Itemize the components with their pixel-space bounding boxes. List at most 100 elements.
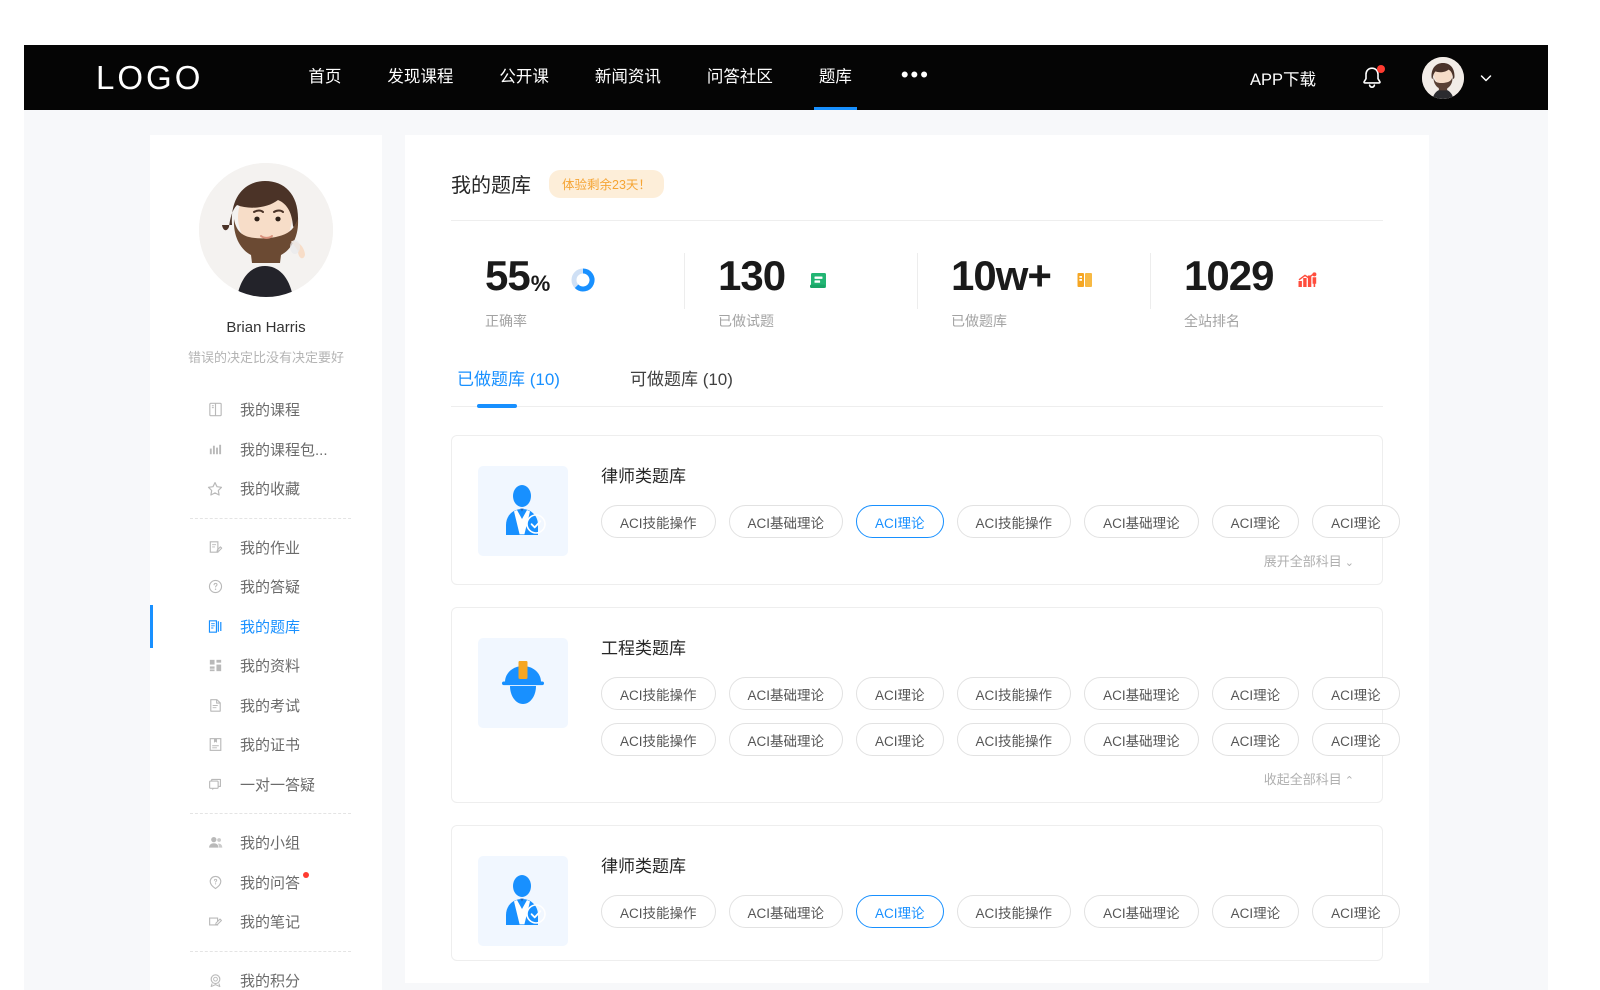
tab-available-banks[interactable]: 可做题库 (10) xyxy=(624,365,739,406)
subject-tag[interactable]: ACI基础理论 xyxy=(1084,677,1199,710)
subject-tag[interactable]: ACI理论 xyxy=(1212,505,1300,538)
sidebar-item-my-question-bank[interactable]: 我的题库 xyxy=(150,607,382,647)
bank-tag-row: ACI技能操作 ACI基础理论 ACI理论 ACI技能操作 ACI基础理论 AC… xyxy=(601,895,1356,928)
subject-tag[interactable]: ACI技能操作 xyxy=(601,677,716,710)
sidebar-item-label: 我的收藏 xyxy=(240,478,300,499)
sidebar-item-my-exams[interactable]: 我的考试 xyxy=(150,686,382,726)
sidebar-item-label: 我的题库 xyxy=(240,616,300,637)
star-icon xyxy=(206,480,224,498)
subject-tag[interactable]: ACI理论 xyxy=(1312,505,1400,538)
subject-tag[interactable]: ACI基础理论 xyxy=(1084,895,1199,928)
subject-tag[interactable]: ACI理论 xyxy=(1212,895,1300,928)
subject-tag[interactable]: ACI基础理论 xyxy=(729,505,844,538)
sidebar-divider xyxy=(190,951,351,952)
subject-tag[interactable]: ACI理论 xyxy=(1212,677,1300,710)
sidebar-item-my-points[interactable]: 我的积分 xyxy=(150,961,382,990)
stat-site-rank: 1029 全站排 xyxy=(1150,247,1383,331)
sidebar-item-my-favorites[interactable]: 我的收藏 xyxy=(150,469,382,509)
subject-tag[interactable]: ACI基础理论 xyxy=(729,723,844,756)
bank-card[interactable]: 律师类题库 ACI技能操作 ACI基础理论 ACI理论 ACI技能操作 ACI基… xyxy=(451,435,1383,585)
lawyer-avatar-icon xyxy=(478,856,568,946)
sidebar-item-my-homework[interactable]: 我的作业 xyxy=(150,528,382,568)
page-title: 我的题库 xyxy=(451,169,531,198)
stat-label: 全站排名 xyxy=(1184,311,1383,331)
subject-tag-selected[interactable]: ACI理论 xyxy=(856,895,944,928)
subject-tag[interactable]: ACI技能操作 xyxy=(957,677,1072,710)
collapse-all-subjects-button[interactable]: 收起全部科目⌃ xyxy=(601,769,1356,788)
stat-value: 1029 xyxy=(1184,255,1273,297)
stat-label: 已做试题 xyxy=(718,311,917,331)
bank-card-title: 工程类题库 xyxy=(601,634,1356,659)
page-title-row: 我的题库 体验剩余23天！ xyxy=(451,169,1383,221)
bank-card[interactable]: 律师类题库 ACI技能操作 ACI基础理论 ACI理论 ACI技能操作 ACI基… xyxy=(451,825,1383,961)
sidebar-item-label: 我的课程包... xyxy=(240,439,328,460)
app-download-link[interactable]: APP下载 xyxy=(1250,66,1316,90)
sidebar-item-my-course-packages[interactable]: 我的课程包... xyxy=(150,430,382,470)
sidebar-item-one-on-one-qa[interactable]: 一对一答疑 xyxy=(150,765,382,805)
subject-tag[interactable]: ACI技能操作 xyxy=(601,505,716,538)
subject-tag[interactable]: ACI技能操作 xyxy=(957,505,1072,538)
sidebar-item-my-certificates[interactable]: 我的证书 xyxy=(150,725,382,765)
nav-item-discover-courses[interactable]: 发现课程 xyxy=(364,45,476,110)
subject-tag[interactable]: ACI基础理论 xyxy=(1084,723,1199,756)
nav-item-qa-community[interactable]: 问答社区 xyxy=(684,45,796,110)
stat-value-row: 1029 xyxy=(1184,247,1383,297)
sidebar-item-label: 我的课程 xyxy=(240,399,300,420)
book-icon xyxy=(206,401,224,419)
main-nav: 首页 发现课程 公开课 新闻资讯 问答社区 题库 ••• xyxy=(285,45,950,110)
bank-card-body: 律师类题库 ACI技能操作 ACI基础理论 ACI理论 ACI技能操作 ACI基… xyxy=(601,460,1356,570)
subject-tag[interactable]: ACI基础理论 xyxy=(729,895,844,928)
question-circle-icon xyxy=(206,578,224,596)
subject-tag[interactable]: ACI技能操作 xyxy=(957,723,1072,756)
sidebar-item-my-courses[interactable]: 我的课程 xyxy=(150,390,382,430)
sidebar-item-label: 我的积分 xyxy=(240,970,300,990)
subject-tag[interactable]: ACI理论 xyxy=(856,677,944,710)
sidebar-user-motto: 错误的决定比没有决定要好 xyxy=(150,347,382,366)
donut-progress-icon xyxy=(570,267,596,293)
subject-tag[interactable]: ACI理论 xyxy=(1212,723,1300,756)
subject-tag-selected[interactable]: ACI理论 xyxy=(856,505,944,538)
sidebar-item-my-materials[interactable]: 我的资料 xyxy=(150,646,382,686)
nav-item-question-bank[interactable]: 题库 xyxy=(796,45,875,110)
sidebar-item-my-groups[interactable]: 我的小组 xyxy=(150,823,382,863)
nav-item-news[interactable]: 新闻资讯 xyxy=(572,45,684,110)
top-header: LOGO 首页 发现课程 公开课 新闻资讯 问答社区 题库 ••• APP下载 xyxy=(24,45,1548,110)
sidebar-item-label: 我的小组 xyxy=(240,832,300,853)
sidebar-item-label: 一对一答疑 xyxy=(240,774,315,795)
bank-card[interactable]: 工程类题库 ACI技能操作 ACI基础理论 ACI理论 ACI技能操作 ACI基… xyxy=(451,607,1383,803)
sidebar-item-my-notes[interactable]: 我的笔记 xyxy=(150,902,382,942)
subject-tag[interactable]: ACI技能操作 xyxy=(601,895,716,928)
sidebar-item-label: 我的问答 xyxy=(240,872,300,893)
avatar[interactable] xyxy=(1422,57,1464,99)
trial-status-badge: 体验剩余23天！ xyxy=(549,170,664,198)
subject-tag[interactable]: ACI基础理论 xyxy=(1084,505,1199,538)
red-rank-chart-icon xyxy=(1294,267,1320,293)
stat-value-row: 55 % xyxy=(485,247,684,297)
subject-tag[interactable]: ACI理论 xyxy=(1312,723,1400,756)
subject-tag[interactable]: ACI基础理论 xyxy=(729,677,844,710)
orange-book-icon xyxy=(1072,267,1098,293)
sidebar-item-my-qa[interactable]: 我的问答 xyxy=(150,863,382,903)
stat-label: 已做题库 xyxy=(951,311,1150,331)
sidebar-item-my-qa-answers[interactable]: 我的答疑 xyxy=(150,567,382,607)
subject-tag[interactable]: ACI技能操作 xyxy=(957,895,1072,928)
stat-accuracy: 55 % 正确率 xyxy=(451,247,684,331)
engineer-helmet-icon xyxy=(478,638,568,728)
expand-all-subjects-button[interactable]: 展开全部科目⌄ xyxy=(601,551,1356,570)
chevron-down-icon[interactable] xyxy=(1478,70,1494,86)
subject-tag[interactable]: ACI理论 xyxy=(856,723,944,756)
nav-item-open-class[interactable]: 公开课 xyxy=(476,45,572,110)
ellipsis-icon[interactable]: ••• xyxy=(881,64,950,86)
sidebar-divider xyxy=(190,518,351,519)
nav-item-home[interactable]: 首页 xyxy=(285,45,364,110)
site-logo[interactable]: LOGO xyxy=(96,59,203,97)
stat-questions-done: 130 已做试题 xyxy=(684,247,917,331)
subject-tag[interactable]: ACI技能操作 xyxy=(601,723,716,756)
sidebar-divider xyxy=(190,813,351,814)
subject-tag[interactable]: ACI理论 xyxy=(1312,895,1400,928)
stat-value: 55 xyxy=(485,255,530,297)
green-book-icon xyxy=(806,267,832,293)
tab-done-banks[interactable]: 已做题库 (10) xyxy=(451,365,566,406)
bell-icon[interactable] xyxy=(1360,65,1384,91)
subject-tag[interactable]: ACI理论 xyxy=(1312,677,1400,710)
